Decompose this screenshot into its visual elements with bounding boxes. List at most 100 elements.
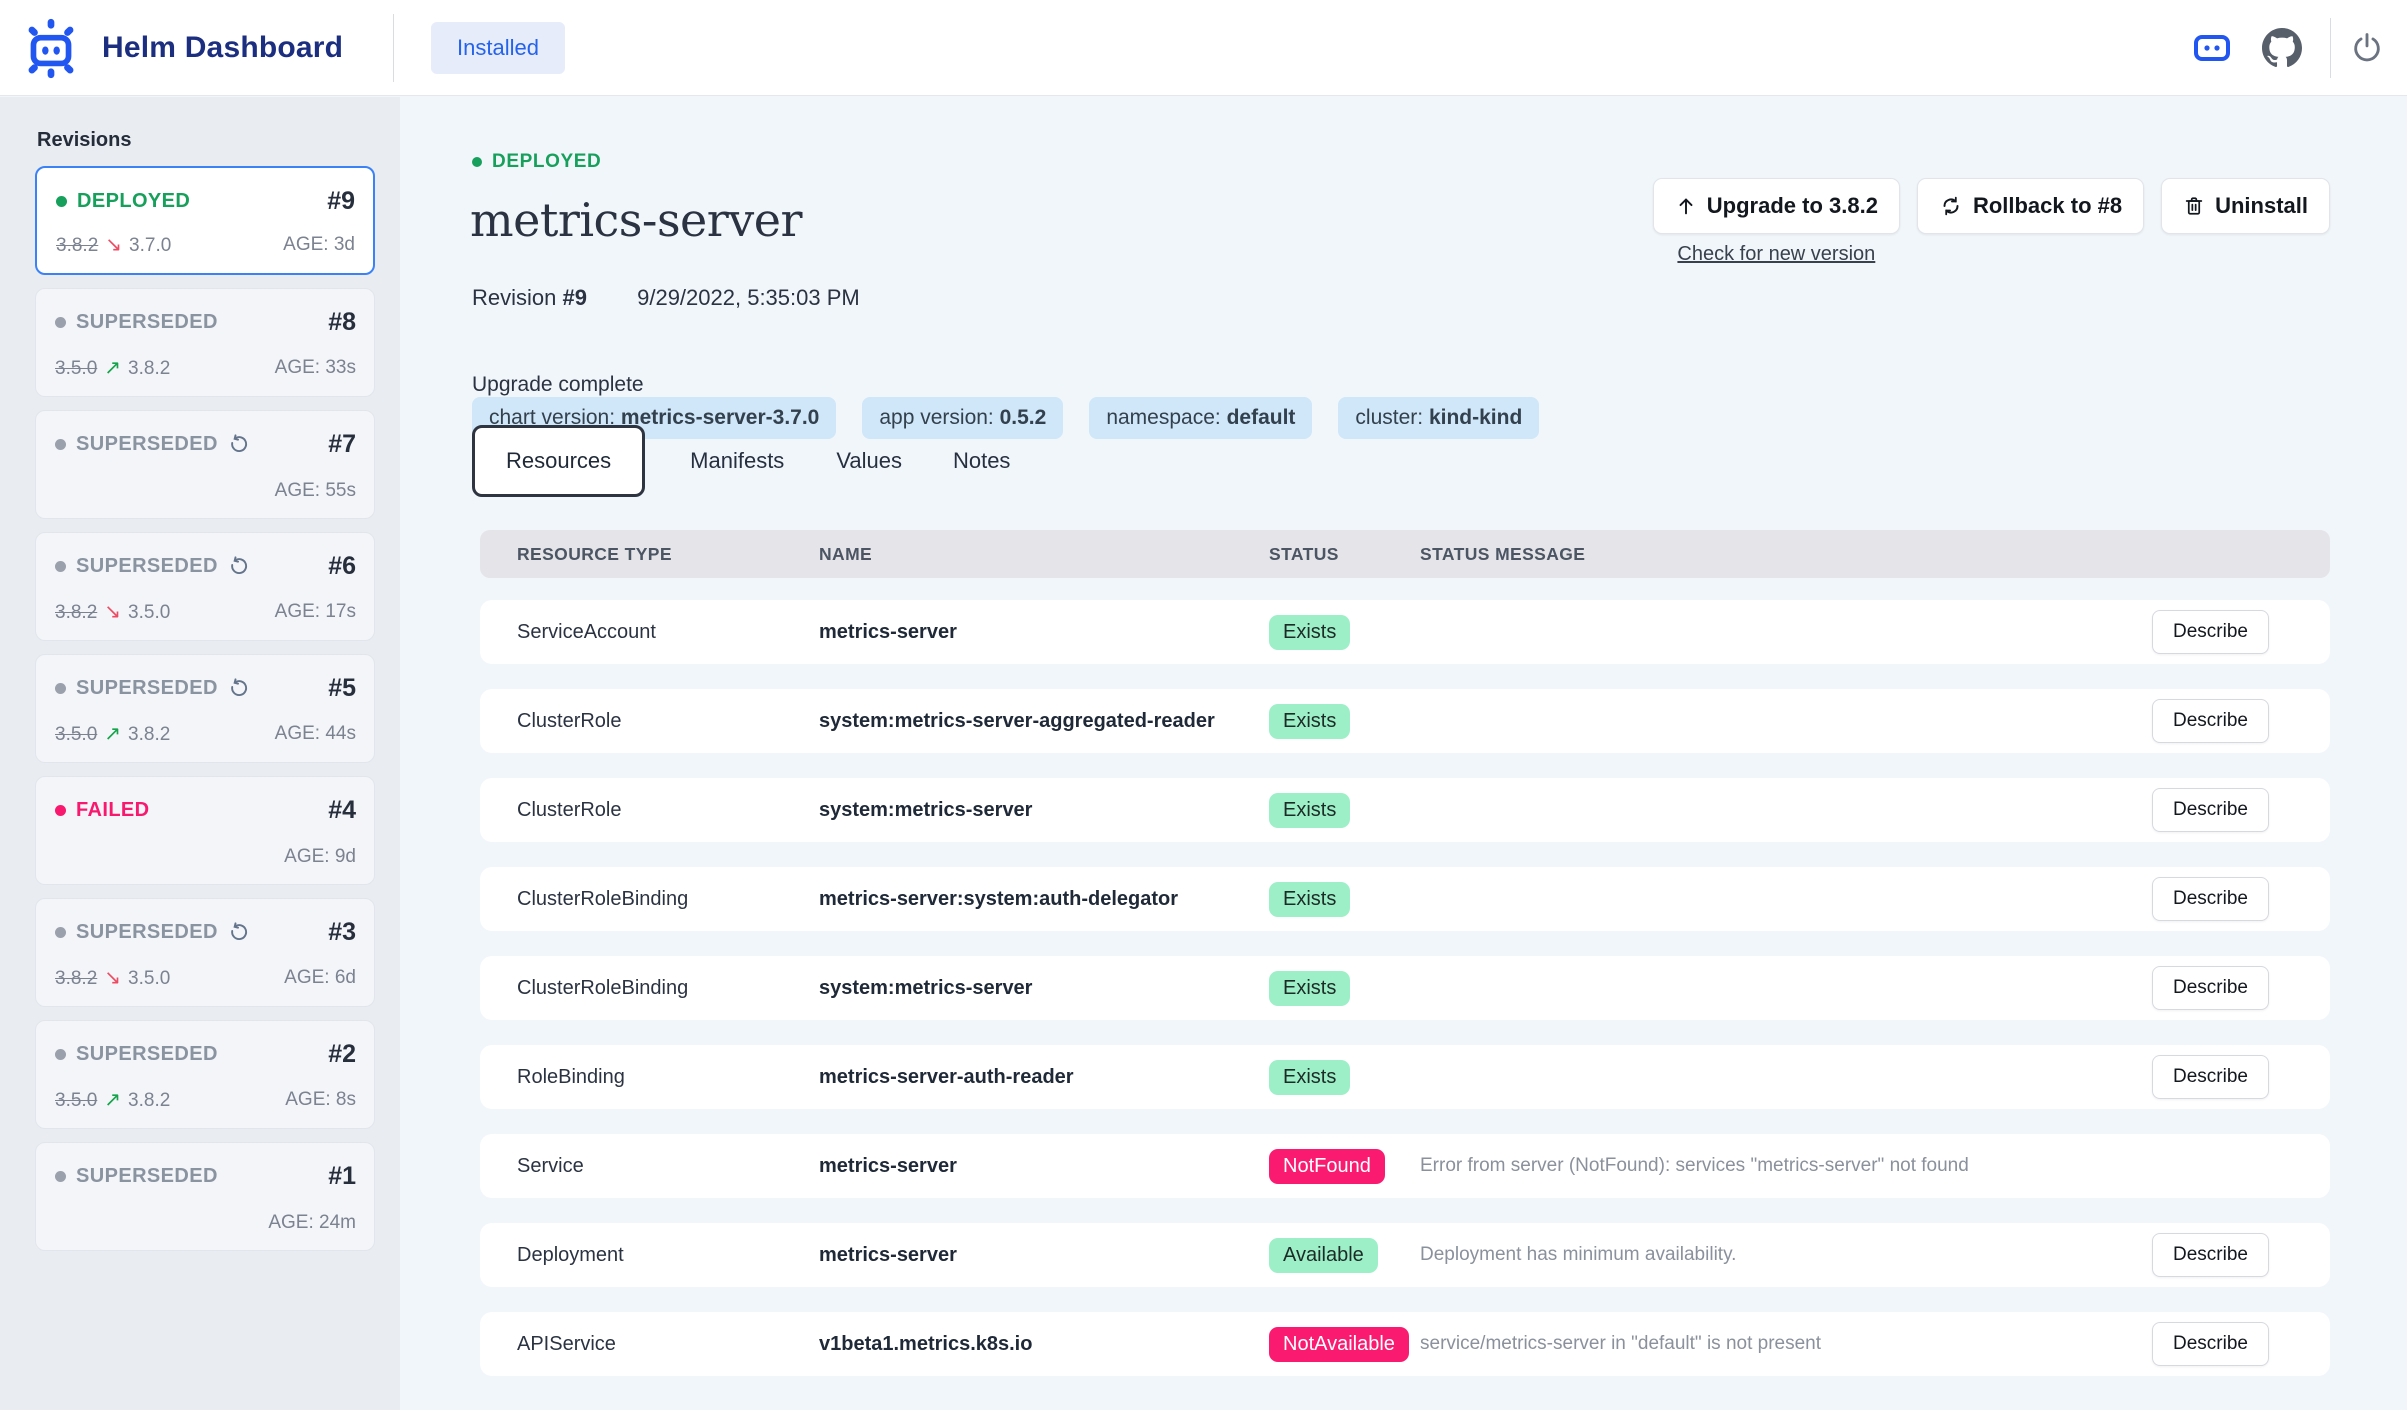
resource-name-cell: v1beta1.metrics.k8s.io (819, 1333, 1269, 1356)
describe-button[interactable]: Describe (2152, 1322, 2269, 1366)
resource-name-cell: metrics-server (819, 621, 1269, 644)
describe-button[interactable]: Describe (2152, 1233, 2269, 1277)
resources-table-rows: ServiceAccount metrics-server Exists Des… (480, 600, 2330, 1376)
revision-status-label: SUPERSEDED (76, 311, 218, 334)
table-row: RoleBinding metrics-server-auth-reader E… (480, 1045, 2330, 1109)
resource-type-cell: ClusterRoleBinding (480, 977, 819, 1000)
revision-number: #9 (563, 285, 587, 310)
col-resource-type: RESOURCE TYPE (480, 544, 819, 565)
revision-status-label: SUPERSEDED (76, 921, 218, 944)
revision-version-change: 3.5.0↗3.8.2 (55, 721, 170, 746)
resources-table-header: RESOURCE TYPE NAME STATUS STATUS MESSAGE (480, 530, 2330, 578)
revision-age: AGE: 6d (284, 967, 356, 989)
revision-status-label: SUPERSEDED (76, 1165, 218, 1188)
arrow-up-icon (1675, 195, 1697, 217)
robot-face-icon[interactable] (2193, 32, 2231, 64)
table-row: Service metrics-server NotFound Error fr… (480, 1134, 2330, 1198)
revision-card[interactable]: SUPERSEDED #1 AGE: 24m (35, 1142, 375, 1251)
nav-tab-installed[interactable]: Installed (431, 22, 565, 74)
revision-version-change: 3.5.0↗3.8.2 (55, 355, 170, 380)
resource-name-cell: metrics-server (819, 1155, 1269, 1178)
revision-age: AGE: 33s (275, 357, 356, 379)
reload-icon (228, 922, 249, 943)
revisions-list: DEPLOYED #9 3.8.2↘3.7.0 AGE: 3d SUPERSED… (0, 166, 400, 1251)
status-message-cell: service/metrics-server in "default" is n… (1420, 1333, 2160, 1355)
github-icon[interactable] (2262, 28, 2302, 68)
revision-card[interactable]: FAILED #4 AGE: 9d (35, 776, 375, 885)
resource-name-cell: metrics-server (819, 1244, 1269, 1267)
upgrade-button[interactable]: Upgrade to 3.8.2 (1653, 178, 1900, 234)
col-name: NAME (819, 544, 1269, 565)
revision-number: #3 (328, 918, 356, 947)
revision-card[interactable]: DEPLOYED #9 3.8.2↘3.7.0 AGE: 3d (35, 166, 375, 275)
release-note: Upgrade complete (472, 373, 644, 397)
revision-status-label: SUPERSEDED (76, 1043, 218, 1066)
revision-label: Revision (472, 285, 556, 310)
old-version: 3.5.0 (55, 1090, 97, 1111)
namespace-badge: namespace: default (1089, 397, 1312, 439)
revision-number: #2 (328, 1040, 356, 1069)
new-version: 3.5.0 (128, 968, 170, 989)
revision-age: AGE: 3d (283, 234, 355, 256)
describe-button[interactable]: Describe (2152, 699, 2269, 743)
table-row: ClusterRole system:metrics-server Exists… (480, 778, 2330, 842)
describe-button[interactable]: Describe (2152, 966, 2269, 1010)
revision-version-change: 3.5.0↗3.8.2 (55, 1087, 170, 1112)
revision-status-label: SUPERSEDED (76, 433, 218, 456)
revision-card[interactable]: SUPERSEDED #2 3.5.0↗3.8.2 AGE: 8s (35, 1020, 375, 1129)
release-detail-panel: DEPLOYED metrics-server Revision #9 9/29… (401, 97, 2407, 1410)
revision-card[interactable]: SUPERSEDED #5 3.5.0↗3.8.2 AGE: 44s (35, 654, 375, 763)
resource-type-cell: ClusterRole (480, 799, 819, 822)
check-new-version-link[interactable]: Check for new version (1677, 243, 1875, 266)
revision-card[interactable]: SUPERSEDED #8 3.5.0↗3.8.2 AGE: 33s (35, 288, 375, 397)
tab-notes[interactable]: Notes (953, 448, 1010, 474)
resource-type-cell: Deployment (480, 1244, 819, 1267)
app-header: Helm Dashboard Installed (0, 0, 2407, 96)
release-name-title: metrics-server (470, 193, 802, 247)
header-divider (393, 14, 394, 82)
status-dot-icon (55, 1049, 66, 1060)
new-version: 3.8.2 (128, 358, 170, 379)
tab-manifests[interactable]: Manifests (690, 448, 784, 474)
old-version: 3.5.0 (55, 724, 97, 745)
status-message-cell: Error from server (NotFound): services "… (1420, 1155, 2160, 1177)
tab-resources[interactable]: Resources (472, 425, 645, 497)
release-status: DEPLOYED (472, 151, 601, 173)
resource-type-cell: ServiceAccount (480, 621, 819, 644)
status-badge: Exists (1269, 793, 1350, 828)
power-icon[interactable] (2350, 31, 2384, 65)
describe-button[interactable]: Describe (2152, 610, 2269, 654)
col-status-message: STATUS MESSAGE (1420, 544, 2160, 565)
describe-button[interactable]: Describe (2152, 877, 2269, 921)
status-dot-icon (55, 683, 66, 694)
revision-status-label: DEPLOYED (77, 190, 190, 213)
revision-card[interactable]: SUPERSEDED #7 AGE: 55s (35, 410, 375, 519)
status-dot-icon (55, 1171, 66, 1182)
release-tabs: Resources Manifests Values Notes (472, 425, 1010, 497)
tab-values[interactable]: Values (836, 448, 902, 474)
cluster-badge: cluster: kind-kind (1338, 397, 1539, 439)
describe-button[interactable]: Describe (2152, 1055, 2269, 1099)
resource-type-cell: ClusterRoleBinding (480, 888, 819, 911)
revision-card[interactable]: SUPERSEDED #3 3.8.2↘3.5.0 AGE: 6d (35, 898, 375, 1007)
trash-icon (2183, 194, 2205, 218)
uninstall-button[interactable]: Uninstall (2161, 178, 2330, 234)
new-version: 3.7.0 (129, 235, 171, 256)
revision-age: AGE: 17s (275, 601, 356, 623)
version-arrow-icon: ↗ (104, 1089, 121, 1111)
status-cell: Exists (1269, 882, 1420, 917)
status-badge: NotFound (1269, 1149, 1385, 1184)
status-cell: NotFound (1269, 1149, 1420, 1184)
revision-status-label: SUPERSEDED (76, 555, 218, 578)
status-badge: Available (1269, 1238, 1378, 1273)
status-badge: Exists (1269, 615, 1350, 650)
resource-type-cell: ClusterRole (480, 710, 819, 733)
describe-button[interactable]: Describe (2152, 788, 2269, 832)
revision-card[interactable]: SUPERSEDED #6 3.8.2↘3.5.0 AGE: 17s (35, 532, 375, 641)
revision-status-label: SUPERSEDED (76, 677, 218, 700)
status-message-cell: Deployment has minimum availability. (1420, 1244, 2160, 1266)
status-badge: Exists (1269, 1060, 1350, 1095)
reload-icon (228, 678, 249, 699)
table-row: APIService v1beta1.metrics.k8s.io NotAva… (480, 1312, 2330, 1376)
rollback-button[interactable]: Rollback to #8 (1917, 178, 2144, 234)
